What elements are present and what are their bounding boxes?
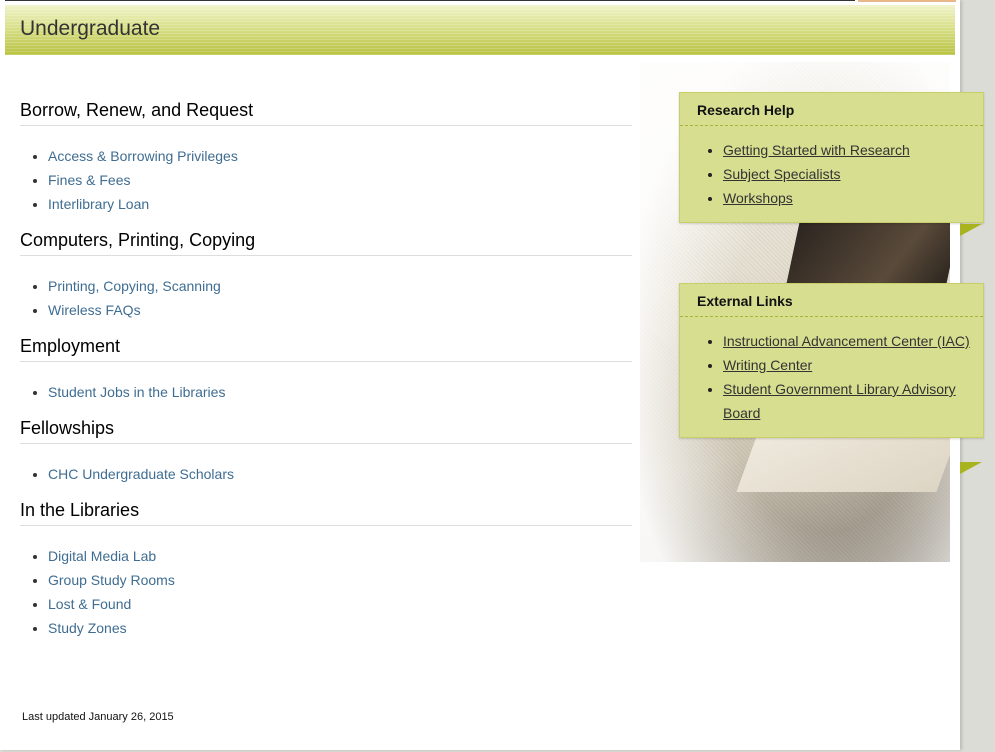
link-list: Digital Media Lab Group Study Rooms Lost… bbox=[20, 544, 632, 640]
last-updated: Last updated January 26, 2015 bbox=[22, 711, 174, 723]
box-title: External Links bbox=[680, 284, 983, 317]
link-sg-advisory-board[interactable]: Student Government Library Advisory Boar… bbox=[723, 381, 956, 421]
list-item: Fines & Fees bbox=[48, 168, 632, 192]
section-heading: Fellowships bbox=[20, 418, 632, 444]
list-item: Study Zones bbox=[48, 616, 632, 640]
top-tab-accent bbox=[858, 0, 956, 2]
list-item: Getting Started with Research bbox=[723, 138, 971, 162]
list-item: Group Study Rooms bbox=[48, 568, 632, 592]
top-bar bbox=[0, 0, 960, 4]
link-getting-started[interactable]: Getting Started with Research bbox=[723, 142, 910, 158]
link-wireless-faqs[interactable]: Wireless FAQs bbox=[48, 302, 141, 318]
list-item: Digital Media Lab bbox=[48, 544, 632, 568]
section-borrow: Borrow, Renew, and Request Access & Borr… bbox=[20, 100, 632, 216]
list-item: Subject Specialists bbox=[723, 162, 971, 186]
link-fines-fees[interactable]: Fines & Fees bbox=[48, 172, 130, 188]
section-heading: Borrow, Renew, and Request bbox=[20, 100, 632, 126]
section-heading: Employment bbox=[20, 336, 632, 362]
list-item: Writing Center bbox=[723, 353, 971, 377]
link-list: Printing, Copying, Scanning Wireless FAQ… bbox=[20, 274, 632, 322]
link-lost-found[interactable]: Lost & Found bbox=[48, 596, 131, 612]
list-item: Student Jobs in the Libraries bbox=[48, 380, 632, 404]
link-interlibrary-loan[interactable]: Interlibrary Loan bbox=[48, 196, 149, 212]
link-list: Getting Started with Research Subject Sp… bbox=[680, 138, 983, 210]
top-rule bbox=[5, 0, 855, 1]
list-item: Instructional Advancement Center (IAC) bbox=[723, 329, 971, 353]
link-list: Student Jobs in the Libraries bbox=[20, 380, 632, 404]
section-in-libraries: In the Libraries Digital Media Lab Group… bbox=[20, 500, 632, 640]
page-header: Undergraduate bbox=[5, 5, 955, 55]
box-fold-corner bbox=[960, 224, 982, 236]
list-item: Access & Borrowing Privileges bbox=[48, 144, 632, 168]
main-content: Borrow, Renew, and Request Access & Borr… bbox=[20, 100, 632, 654]
link-group-study-rooms[interactable]: Group Study Rooms bbox=[48, 572, 175, 588]
link-list: CHC Undergraduate Scholars bbox=[20, 462, 632, 486]
link-writing-center[interactable]: Writing Center bbox=[723, 357, 812, 373]
link-study-zones[interactable]: Study Zones bbox=[48, 620, 127, 636]
list-item: Lost & Found bbox=[48, 592, 632, 616]
box-title: Research Help bbox=[680, 93, 983, 126]
link-access-borrowing[interactable]: Access & Borrowing Privileges bbox=[48, 148, 238, 164]
section-heading: Computers, Printing, Copying bbox=[20, 230, 632, 256]
link-digital-media-lab[interactable]: Digital Media Lab bbox=[48, 548, 156, 564]
box-fold-corner bbox=[960, 462, 982, 474]
section-computers: Computers, Printing, Copying Printing, C… bbox=[20, 230, 632, 322]
research-help-box: Research Help Getting Started with Resea… bbox=[679, 92, 984, 223]
link-printing[interactable]: Printing, Copying, Scanning bbox=[48, 278, 221, 294]
list-item: Interlibrary Loan bbox=[48, 192, 632, 216]
section-employment: Employment Student Jobs in the Libraries bbox=[20, 336, 632, 404]
list-item: Wireless FAQs bbox=[48, 298, 632, 322]
list-item: Workshops bbox=[723, 186, 971, 210]
link-list: Instructional Advancement Center (IAC) W… bbox=[680, 329, 983, 425]
link-iac[interactable]: Instructional Advancement Center (IAC) bbox=[723, 333, 970, 349]
link-list: Access & Borrowing Privileges Fines & Fe… bbox=[20, 144, 632, 216]
link-chc-scholars[interactable]: CHC Undergraduate Scholars bbox=[48, 466, 234, 482]
external-links-box: External Links Instructional Advancement… bbox=[679, 283, 984, 438]
page-title: Undergraduate bbox=[20, 17, 161, 40]
link-subject-specialists[interactable]: Subject Specialists bbox=[723, 166, 841, 182]
section-fellowships: Fellowships CHC Undergraduate Scholars bbox=[20, 418, 632, 486]
list-item: Printing, Copying, Scanning bbox=[48, 274, 632, 298]
link-workshops[interactable]: Workshops bbox=[723, 190, 793, 206]
list-item: CHC Undergraduate Scholars bbox=[48, 462, 632, 486]
link-student-jobs[interactable]: Student Jobs in the Libraries bbox=[48, 384, 225, 400]
section-heading: In the Libraries bbox=[20, 500, 632, 526]
list-item: Student Government Library Advisory Boar… bbox=[723, 377, 971, 425]
